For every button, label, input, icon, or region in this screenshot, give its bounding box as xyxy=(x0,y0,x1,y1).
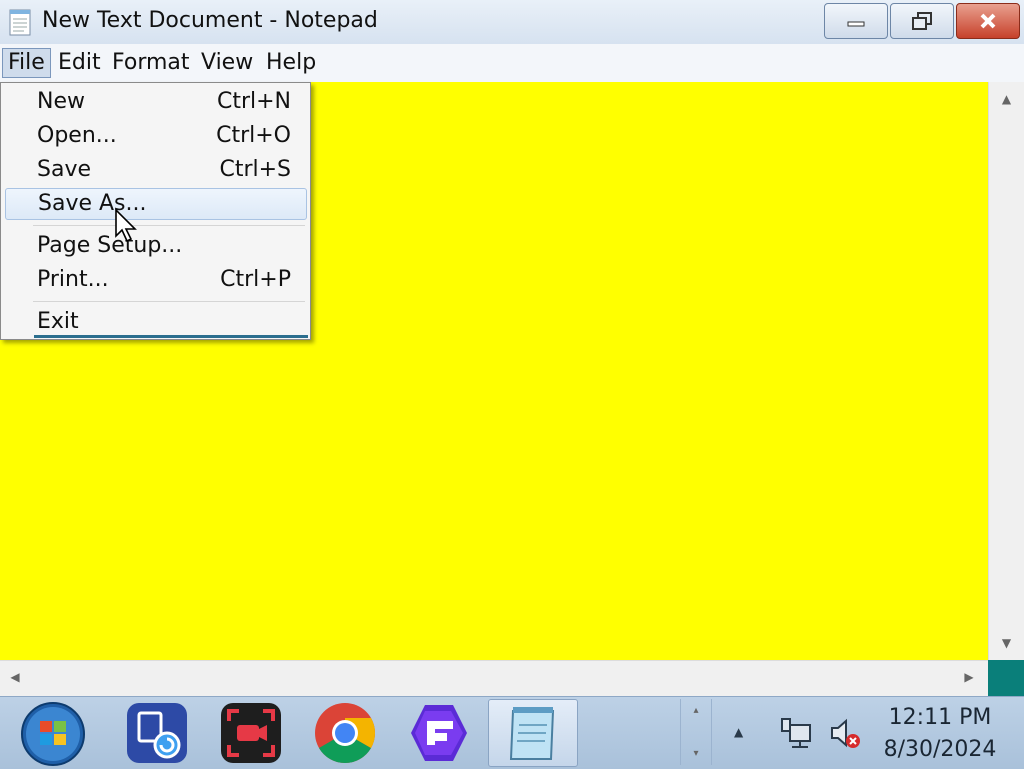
menu-item-print[interactable]: Print... Ctrl+P xyxy=(5,265,307,297)
taskbar: ▴ ▾ ▲ 12:11 PM 8/30/2024 xyxy=(0,696,1024,769)
menu-item-label: Exit xyxy=(37,309,79,334)
menu-item-open[interactable]: Open... Ctrl+O xyxy=(5,121,307,153)
menu-item-label: Print... xyxy=(37,267,109,292)
show-hidden-icons-icon[interactable]: ▲ xyxy=(734,725,743,739)
menu-item-shortcut: Ctrl+S xyxy=(219,157,291,182)
window-title: New Text Document - Notepad xyxy=(42,8,378,33)
start-orb-icon[interactable] xyxy=(20,701,86,767)
menu-item-label: New xyxy=(37,89,85,114)
scroll-up-arrow-icon[interactable]: ▲ xyxy=(989,92,1024,106)
menu-separator xyxy=(33,301,305,302)
title-bar: New Text Document - Notepad xyxy=(0,0,1024,45)
menu-format[interactable]: Format xyxy=(107,48,195,78)
taskbar-app-chrome[interactable] xyxy=(302,699,388,767)
horizontal-scrollbar[interactable]: ◀ ▶ xyxy=(0,660,988,696)
f-logo-app-icon xyxy=(411,705,467,761)
restore-icon xyxy=(912,12,932,30)
menu-bar: File Edit Format View Help xyxy=(0,44,1024,83)
network-icon[interactable] xyxy=(778,717,814,751)
menu-item-page-setup[interactable]: Page Setup... xyxy=(5,231,307,263)
vertical-scrollbar[interactable]: ▲ ▼ xyxy=(988,82,1024,660)
taskbar-app-recorder[interactable] xyxy=(208,699,294,767)
chrome-icon xyxy=(315,703,376,764)
scroll-left-arrow-icon[interactable]: ◀ xyxy=(8,670,22,684)
notepad-taskbar-icon xyxy=(509,707,555,760)
close-icon xyxy=(980,13,996,29)
menu-edit[interactable]: Edit xyxy=(53,48,106,78)
volume-muted-icon[interactable] xyxy=(828,715,862,751)
minimize-button[interactable] xyxy=(824,3,888,39)
clock-date[interactable]: 8/30/2024 xyxy=(880,737,1000,762)
menu-item-shortcut: Ctrl+P xyxy=(220,267,291,292)
mouse-pointer-icon xyxy=(115,208,137,243)
file-menu-dropdown: New Ctrl+N Open... Ctrl+O Save Ctrl+S Sa… xyxy=(0,82,311,340)
menu-file[interactable]: File xyxy=(2,48,51,78)
backup-restore-app-icon xyxy=(127,703,187,763)
notepad-icon xyxy=(9,9,31,36)
menu-view[interactable]: View xyxy=(196,48,258,78)
taskbar-app-f[interactable] xyxy=(396,699,482,767)
taskbar-app-backup[interactable] xyxy=(114,699,200,767)
menu-item-new[interactable]: New Ctrl+N xyxy=(5,87,307,119)
menu-help[interactable]: Help xyxy=(261,48,321,78)
minimize-icon xyxy=(847,21,865,27)
focus-underline xyxy=(34,335,308,338)
taskbar-app-notepad[interactable] xyxy=(488,699,578,767)
menu-item-save-as[interactable]: Save As... xyxy=(5,188,307,220)
menu-item-label: Page Setup... xyxy=(37,233,183,258)
taskbar-scroll[interactable]: ▴ ▾ xyxy=(680,699,712,765)
scroll-right-arrow-icon[interactable]: ▶ xyxy=(962,670,976,684)
menu-item-save[interactable]: Save Ctrl+S xyxy=(5,155,307,187)
menu-separator xyxy=(33,225,305,226)
close-button[interactable] xyxy=(956,3,1020,39)
menu-item-label: Open... xyxy=(37,123,117,148)
chevron-up-icon[interactable]: ▴ xyxy=(681,705,711,716)
scrollbar-corner xyxy=(988,660,1024,696)
clock-time[interactable]: 12:11 PM xyxy=(880,705,1000,730)
menu-item-label: Save xyxy=(37,157,92,182)
menu-item-shortcut: Ctrl+N xyxy=(216,89,291,114)
restore-button[interactable] xyxy=(890,3,954,39)
scroll-down-arrow-icon[interactable]: ▼ xyxy=(989,636,1024,650)
chevron-down-icon[interactable]: ▾ xyxy=(681,748,711,759)
menu-item-shortcut: Ctrl+O xyxy=(216,123,291,148)
screen-recorder-app-icon xyxy=(221,703,281,763)
